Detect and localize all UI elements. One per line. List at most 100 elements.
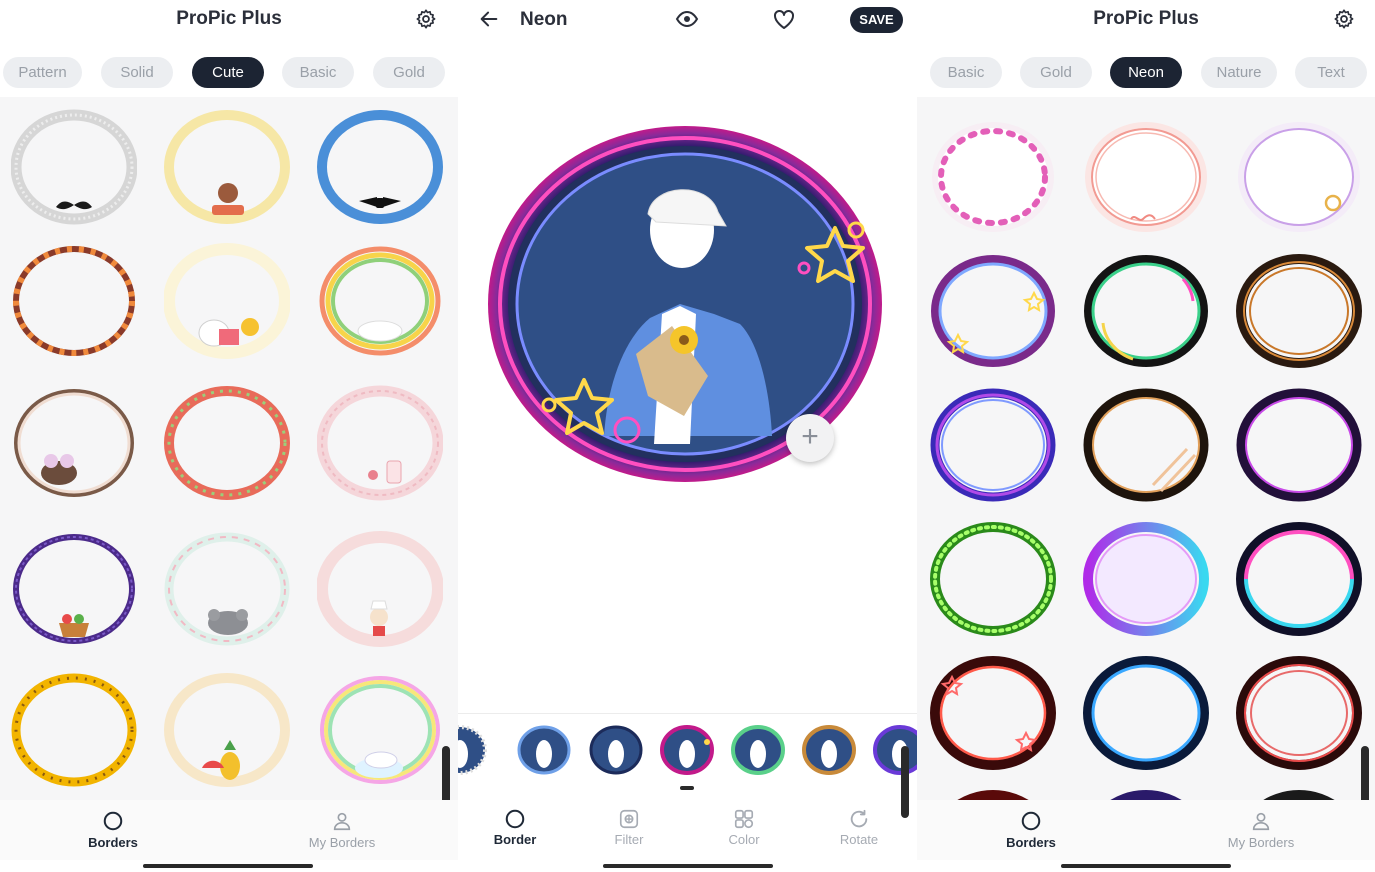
tool-filter[interactable]: Filter bbox=[589, 808, 669, 847]
nav-borders-label: Borders bbox=[88, 835, 138, 850]
border-option[interactable] bbox=[930, 521, 1056, 637]
frame-thumbnail[interactable] bbox=[588, 724, 644, 776]
border-option[interactable] bbox=[1083, 789, 1209, 800]
border-option[interactable] bbox=[317, 672, 443, 788]
border-option[interactable] bbox=[1083, 521, 1209, 637]
border-option[interactable] bbox=[317, 243, 443, 359]
circle-icon bbox=[103, 811, 123, 831]
border-option[interactable] bbox=[930, 119, 1056, 235]
frame-thumbnail-strip bbox=[458, 713, 917, 787]
user-icon bbox=[1252, 812, 1270, 831]
tool-filter-label: Filter bbox=[614, 832, 644, 847]
back-arrow-icon[interactable] bbox=[478, 8, 500, 30]
border-option[interactable] bbox=[1236, 119, 1362, 235]
frame-thumbnail[interactable] bbox=[801, 724, 857, 776]
frame-thumbnail[interactable] bbox=[730, 724, 786, 776]
border-option[interactable] bbox=[164, 109, 290, 225]
borders-screen-cute: ProPic Plus Pattern Solid Cute Basic Gol… bbox=[0, 0, 458, 872]
add-sticker-button[interactable]: + bbox=[786, 414, 834, 462]
border-option[interactable] bbox=[930, 655, 1056, 771]
bottom-nav: Borders My Borders bbox=[0, 800, 458, 860]
border-option[interactable] bbox=[11, 531, 137, 647]
tool-color[interactable]: Color bbox=[704, 808, 784, 847]
border-option[interactable] bbox=[1083, 655, 1209, 771]
top-bar: ProPic Plus bbox=[0, 0, 458, 40]
tab-gold[interactable]: Gold bbox=[373, 57, 445, 88]
nav-my-borders-label: My Borders bbox=[308, 835, 376, 850]
border-option[interactable] bbox=[11, 109, 137, 225]
border-option[interactable] bbox=[164, 385, 290, 501]
border-option[interactable] bbox=[1236, 789, 1362, 800]
border-option[interactable] bbox=[1236, 253, 1362, 369]
category-tabs: Pattern Solid Cute Basic Gold bbox=[0, 57, 458, 89]
frame-thumbnail[interactable] bbox=[659, 724, 715, 776]
app-title: ProPic Plus bbox=[1093, 8, 1199, 29]
borders-screen-neon: ProPic Plus Basic Gold Neon Nature Text bbox=[917, 0, 1375, 872]
gear-icon[interactable] bbox=[1333, 8, 1355, 30]
border-option[interactable] bbox=[930, 387, 1056, 503]
nav-my-borders[interactable]: My Borders bbox=[282, 810, 402, 850]
border-option[interactable] bbox=[1236, 387, 1362, 503]
tool-rotate[interactable]: Rotate bbox=[819, 808, 899, 847]
tool-border[interactable]: Border bbox=[475, 808, 555, 847]
home-indicator bbox=[1061, 864, 1231, 868]
border-option[interactable] bbox=[11, 672, 137, 788]
editor-screen: Neon SAVE + Border Filter Color Rotate bbox=[458, 0, 917, 872]
border-option[interactable] bbox=[317, 531, 443, 647]
tool-rotate-label: Rotate bbox=[839, 832, 879, 847]
palette-icon bbox=[734, 809, 754, 829]
save-button[interactable]: SAVE bbox=[850, 7, 903, 33]
border-option[interactable] bbox=[11, 243, 137, 359]
nav-my-borders[interactable]: My Borders bbox=[1201, 810, 1321, 850]
tab-gold[interactable]: Gold bbox=[1020, 57, 1092, 88]
tab-cute[interactable]: Cute bbox=[192, 57, 264, 88]
editor-title: Neon bbox=[520, 9, 568, 30]
tab-basic[interactable]: Basic bbox=[282, 57, 354, 88]
top-bar: ProPic Plus bbox=[917, 0, 1375, 40]
border-grid bbox=[917, 97, 1375, 800]
tool-color-label: Color bbox=[728, 832, 760, 847]
bottom-nav: Borders My Borders bbox=[917, 800, 1375, 860]
home-indicator bbox=[143, 864, 313, 868]
tab-nature[interactable]: Nature bbox=[1201, 57, 1277, 88]
nav-borders-label: Borders bbox=[1006, 835, 1056, 850]
tab-neon[interactable]: Neon bbox=[1110, 57, 1182, 88]
carousel-indicator bbox=[680, 786, 694, 790]
border-option[interactable] bbox=[164, 531, 290, 647]
border-option[interactable] bbox=[317, 109, 443, 225]
tab-basic[interactable]: Basic bbox=[930, 57, 1002, 88]
border-option[interactable] bbox=[164, 243, 290, 359]
border-option[interactable] bbox=[930, 253, 1056, 369]
tab-text[interactable]: Text bbox=[1295, 57, 1367, 88]
heart-icon[interactable] bbox=[772, 8, 796, 30]
border-option[interactable] bbox=[1083, 119, 1209, 235]
border-option[interactable] bbox=[1083, 387, 1209, 503]
frame-thumbnail[interactable] bbox=[458, 724, 488, 776]
border-option[interactable] bbox=[164, 672, 290, 788]
nav-my-borders-label: My Borders bbox=[1227, 835, 1295, 850]
category-tabs: Basic Gold Neon Nature Text bbox=[917, 57, 1375, 89]
border-option[interactable] bbox=[930, 789, 1056, 800]
border-option[interactable] bbox=[317, 385, 443, 501]
frame-thumbnail[interactable] bbox=[872, 724, 917, 776]
rotate-icon bbox=[850, 809, 868, 828]
tab-solid[interactable]: Solid bbox=[101, 57, 173, 88]
frame-thumbnail[interactable] bbox=[516, 724, 572, 776]
scrollbar[interactable] bbox=[901, 746, 909, 818]
nav-borders[interactable]: Borders bbox=[53, 810, 173, 850]
border-grid bbox=[0, 97, 458, 800]
gear-icon[interactable] bbox=[415, 8, 437, 30]
border-option[interactable] bbox=[1083, 253, 1209, 369]
border-option[interactable] bbox=[11, 385, 137, 501]
filter-icon bbox=[619, 809, 639, 829]
home-indicator bbox=[602, 864, 773, 868]
tool-border-label: Border bbox=[493, 832, 537, 847]
border-option[interactable] bbox=[1236, 521, 1362, 637]
circle-icon bbox=[1021, 811, 1041, 831]
circle-icon bbox=[505, 809, 525, 829]
tab-pattern[interactable]: Pattern bbox=[3, 57, 82, 88]
border-option[interactable] bbox=[1236, 655, 1362, 771]
eye-icon[interactable] bbox=[675, 8, 699, 30]
nav-borders[interactable]: Borders bbox=[971, 810, 1091, 850]
app-title: ProPic Plus bbox=[176, 8, 282, 29]
